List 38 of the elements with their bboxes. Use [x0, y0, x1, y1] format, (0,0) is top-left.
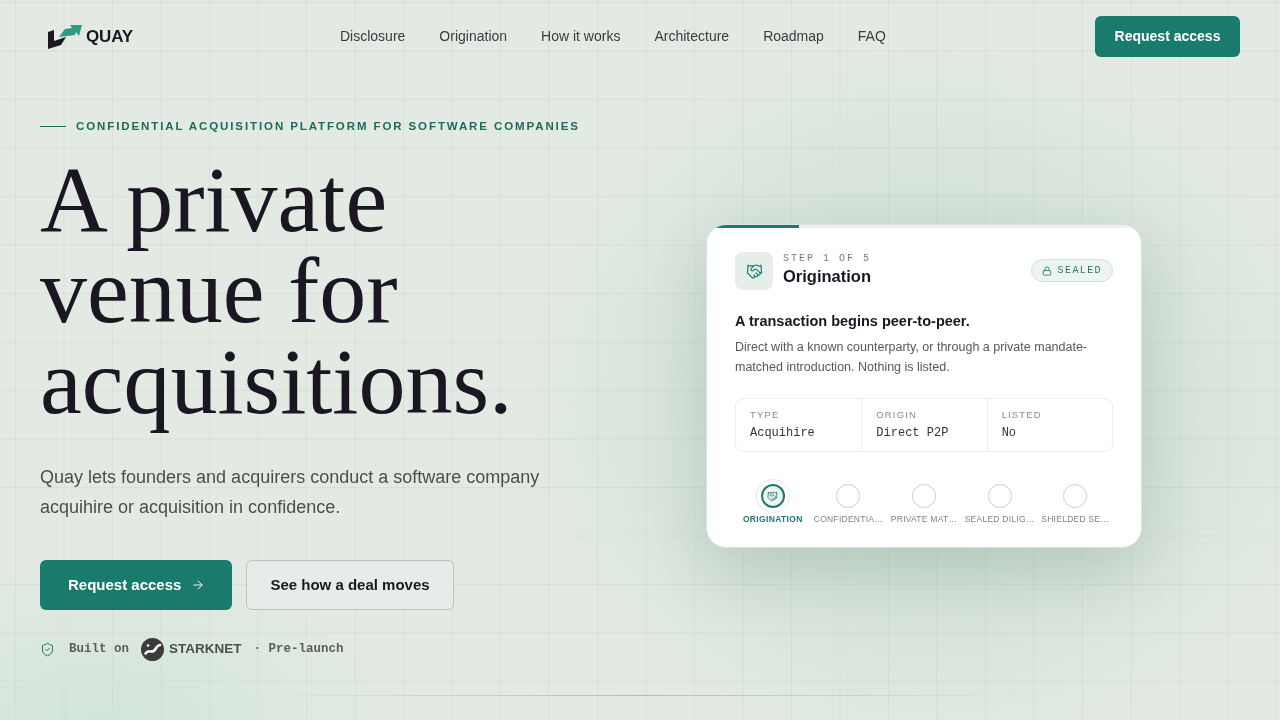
nav-link[interactable]: FAQ: [857, 26, 886, 47]
built-on-text: Built on: [69, 640, 129, 658]
status-text: · Pre-launch: [253, 640, 344, 658]
step-counter: STEP 1 OF 5: [783, 252, 871, 266]
platform-name: STARKNET: [169, 640, 242, 659]
hero-description: Quay lets founders and acquirers conduct a software company acquihire or acquisition in confidence.: [40, 466, 541, 520]
request-access-button[interactable]: Request access: [1095, 16, 1240, 57]
sealed-badge: SEALED: [1030, 259, 1113, 282]
step-heading: A transaction begins peer-to-peer.: [735, 312, 971, 331]
nav-link[interactable]: Roadmap: [763, 26, 824, 47]
nav-link[interactable]: How it works: [541, 26, 621, 47]
logo-icon: [141, 637, 164, 661]
step-description: Direct with a known counterparty, or through a private mandate-matched introduction. Nothing is listed.: [735, 339, 1089, 376]
nav-link[interactable]: Disclosure: [340, 26, 406, 47]
step-tab[interactable]: SHIELDED SE…: [1037, 479, 1113, 525]
fact-label: LISTED: [1001, 408, 1043, 422]
see-how-button[interactable]: See how a deal moves: [246, 560, 454, 611]
fact-label: TYPE: [750, 408, 781, 422]
lock-icon: [1041, 265, 1052, 276]
step-tab[interactable]: CONFIDENTIA…: [810, 479, 887, 525]
step-tab[interactable]: PRIVATE MAT…: [886, 479, 962, 525]
step-handshake-icon: [755, 479, 790, 513]
step-title: Origination: [783, 266, 871, 286]
fact-label: ORIGIN: [876, 408, 918, 422]
step-tab[interactable]: SEALED DILIG…: [961, 479, 1038, 525]
fact-value: Acquihire: [750, 425, 816, 442]
shield-check-icon: [40, 641, 55, 657]
nav-link[interactable]: Origination: [439, 26, 508, 47]
fact-value: Direct P2P: [876, 425, 950, 442]
hero-headline: A private venue for acquisitions.: [40, 148, 514, 436]
request-access-button[interactable]: Request access: [40, 560, 232, 611]
eyebrow-text: CONFIDENTIAL ACQUISITION PLATFORM FOR SOFTWARE COMPANIES: [76, 119, 580, 134]
logo-icon: [48, 24, 82, 49]
step-tab[interactable]: ORIGINATION: [735, 479, 811, 525]
brand-name: QUAY: [86, 25, 133, 48]
nav-link[interactable]: Architecture: [654, 26, 730, 47]
handshake-icon: [735, 252, 773, 290]
fact-value: No: [1001, 425, 1018, 442]
